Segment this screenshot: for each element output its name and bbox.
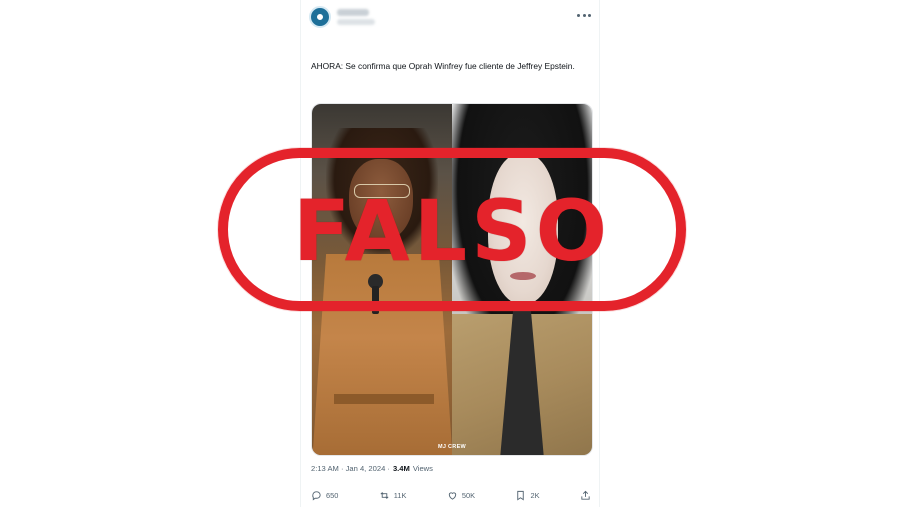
media-watermark: MJ CREW bbox=[437, 444, 467, 450]
action-bar: 650 11K 50K 2K bbox=[311, 487, 591, 503]
bookmark-button[interactable]: 2K bbox=[515, 490, 540, 501]
falso-stamp-label: FALSO bbox=[292, 182, 612, 280]
more-icon[interactable] bbox=[577, 10, 591, 20]
like-icon bbox=[448, 491, 457, 500]
tweet-timestamp[interactable]: 2:13 AM · Jan 4, 2024 · bbox=[311, 464, 390, 473]
repost-icon bbox=[380, 491, 389, 499]
tweet-meta: 2:13 AM · Jan 4, 2024 · 3.4M Views bbox=[311, 464, 595, 473]
blurred-display-name[interactable] bbox=[337, 9, 369, 16]
reply-count: 650 bbox=[326, 490, 339, 500]
like-count: 50K bbox=[461, 490, 476, 500]
repost-count: 11K bbox=[393, 490, 407, 500]
views-count: 3.4M bbox=[392, 464, 410, 473]
repost-button[interactable]: 11K bbox=[379, 490, 407, 501]
reply-icon bbox=[312, 490, 321, 501]
reply-button[interactable]: 650 bbox=[311, 490, 338, 501]
avatar[interactable] bbox=[309, 6, 331, 28]
bookmark-icon bbox=[517, 490, 525, 500]
like-button[interactable]: 50K bbox=[447, 490, 475, 501]
bookmark-count: 2K bbox=[530, 490, 540, 500]
tweet-header bbox=[309, 6, 593, 36]
blurred-handle[interactable] bbox=[337, 19, 375, 25]
share-icon bbox=[581, 490, 590, 500]
views-label: Views bbox=[412, 464, 433, 473]
share-button[interactable] bbox=[580, 490, 591, 501]
tweet-text-line-1: AHORA: Se confirma que Oprah Winfrey fue… bbox=[311, 61, 575, 72]
